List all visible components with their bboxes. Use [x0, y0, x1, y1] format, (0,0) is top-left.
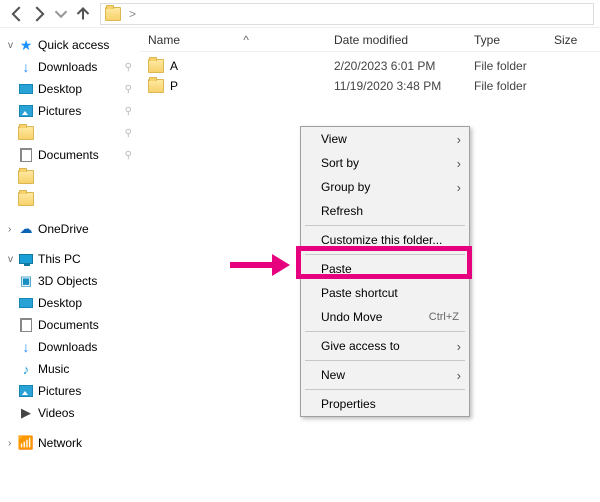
download-icon: ↓ [18, 59, 34, 75]
pin-icon: ⚲ [125, 128, 132, 139]
col-type[interactable]: Type [474, 33, 554, 47]
documents-icon [18, 317, 34, 333]
nav-toolbar: > [0, 0, 600, 28]
file-type: File folder [474, 59, 554, 73]
folder-icon [18, 192, 34, 206]
ctx-paste-shortcut[interactable]: Paste shortcut [301, 281, 469, 305]
ctx-new[interactable]: New [301, 363, 469, 387]
ctx-separator [305, 254, 465, 255]
pin-icon: ⚲ [125, 150, 132, 161]
file-row[interactable]: P 11/19/2020 3:48 PM File folder [140, 76, 600, 96]
download-icon: ↓ [18, 339, 34, 355]
col-size[interactable]: Size [554, 33, 600, 47]
file-name: A [170, 59, 178, 73]
breadcrumb-separator: > [129, 7, 136, 21]
video-icon: ▶ [18, 405, 34, 421]
file-row[interactable]: A 2/20/2023 6:01 PM File folder [140, 56, 600, 76]
file-list: A 2/20/2023 6:01 PM File folder P 11/19/… [140, 52, 600, 100]
context-menu: View Sort by Group by Refresh Customize … [300, 126, 470, 417]
sidebar-folder-2[interactable] [2, 166, 138, 188]
navigation-tree: v★Quick access ↓Downloads⚲ Desktop⚲ Pict… [0, 28, 140, 502]
ctx-paste[interactable]: Paste [301, 257, 469, 281]
forward-button[interactable] [28, 3, 50, 25]
sidebar-folder-3[interactable] [2, 188, 138, 210]
music-icon: ♪ [18, 361, 34, 377]
folder-icon [148, 59, 164, 73]
sidebar-music[interactable]: ♪Music [2, 358, 138, 380]
folder-icon [18, 126, 34, 140]
ctx-give-access[interactable]: Give access to [301, 334, 469, 358]
sidebar-quick-access[interactable]: v★Quick access [2, 34, 138, 56]
cube-icon: ▣ [18, 273, 34, 289]
file-date: 2/20/2023 6:01 PM [334, 59, 474, 73]
sidebar-desktop2[interactable]: Desktop [2, 292, 138, 314]
history-dropdown[interactable] [50, 3, 72, 25]
file-name: P [170, 79, 178, 93]
pictures-icon [18, 383, 34, 399]
ctx-undo-move[interactable]: Undo MoveCtrl+Z [301, 305, 469, 329]
ctx-separator [305, 360, 465, 361]
ctx-separator [305, 331, 465, 332]
ctx-refresh[interactable]: Refresh [301, 199, 469, 223]
sidebar-videos[interactable]: ▶Videos [2, 402, 138, 424]
desktop-icon [18, 295, 34, 311]
sidebar-downloads2[interactable]: ↓Downloads [2, 336, 138, 358]
ctx-sort-by[interactable]: Sort by [301, 151, 469, 175]
sidebar-pictures2[interactable]: Pictures [2, 380, 138, 402]
sidebar-3d-objects[interactable]: ▣3D Objects [2, 270, 138, 292]
pin-icon: ⚲ [125, 84, 132, 95]
desktop-icon [18, 81, 34, 97]
sidebar-documents2[interactable]: Documents [2, 314, 138, 336]
sidebar-network[interactable]: ›📶Network [2, 432, 138, 454]
folder-icon [18, 170, 34, 184]
cloud-icon: ☁ [18, 221, 34, 237]
pc-icon [18, 251, 34, 267]
sidebar-onedrive[interactable]: ›☁OneDrive [2, 218, 138, 240]
ctx-group-by[interactable]: Group by [301, 175, 469, 199]
sidebar-downloads[interactable]: ↓Downloads⚲ [2, 56, 138, 78]
col-name[interactable]: Name^ [148, 33, 334, 47]
column-headers: Name^ Date modified Type Size [140, 28, 600, 52]
pin-icon: ⚲ [125, 62, 132, 73]
ctx-separator [305, 225, 465, 226]
file-date: 11/19/2020 3:48 PM [334, 79, 474, 93]
folder-icon [105, 7, 121, 21]
folder-icon [148, 79, 164, 93]
sidebar-desktop[interactable]: Desktop⚲ [2, 78, 138, 100]
documents-icon [18, 147, 34, 163]
address-bar[interactable]: > [100, 3, 594, 25]
star-icon: ★ [18, 37, 34, 53]
col-date[interactable]: Date modified [334, 33, 474, 47]
sort-indicator-icon: ^ [240, 33, 252, 47]
ctx-shortcut: Ctrl+Z [429, 311, 459, 323]
sidebar-this-pc[interactable]: vThis PC [2, 248, 138, 270]
sidebar-pictures[interactable]: Pictures⚲ [2, 100, 138, 122]
pictures-icon [18, 103, 34, 119]
callout-arrow-icon [228, 252, 292, 281]
pin-icon: ⚲ [125, 106, 132, 117]
up-button[interactable] [72, 3, 94, 25]
ctx-view[interactable]: View [301, 127, 469, 151]
ctx-separator [305, 389, 465, 390]
sidebar-folder-1[interactable]: ⚲ [2, 122, 138, 144]
sidebar-documents[interactable]: Documents⚲ [2, 144, 138, 166]
ctx-customize[interactable]: Customize this folder... [301, 228, 469, 252]
network-icon: 📶 [18, 435, 34, 451]
back-button[interactable] [6, 3, 28, 25]
ctx-properties[interactable]: Properties [301, 392, 469, 416]
file-type: File folder [474, 79, 554, 93]
